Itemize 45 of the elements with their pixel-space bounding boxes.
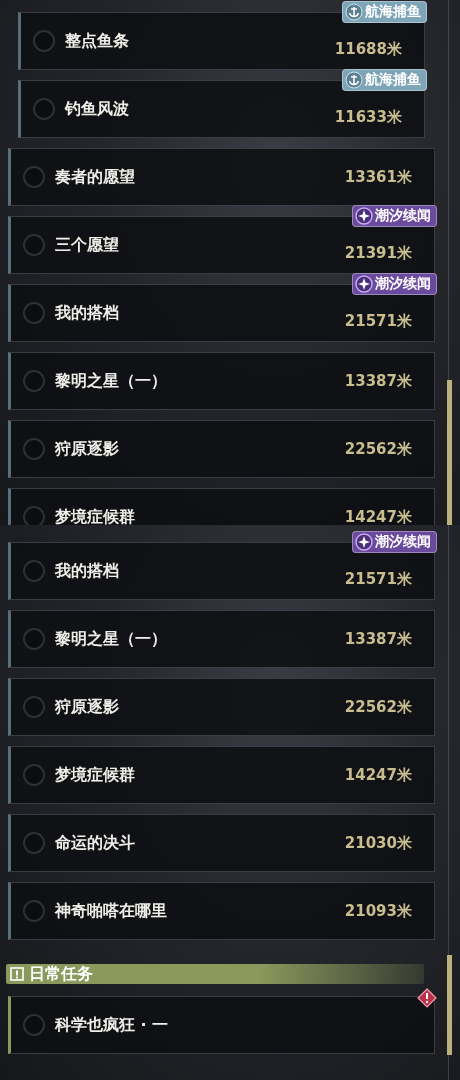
- quest-title: 神奇啪嗒在哪里: [55, 900, 168, 922]
- quest-row[interactable]: 黎明之星（一） 13387米: [8, 610, 435, 668]
- quest-tag: 潮汐续闻: [352, 273, 437, 295]
- quest-title: 我的搭档: [55, 302, 120, 324]
- quest-distance: 21030米: [344, 833, 412, 853]
- quest-tag: 潮汐续闻: [352, 531, 437, 553]
- quest-title: 整点鱼条: [65, 30, 130, 52]
- quest-title: 梦境症候群: [55, 764, 136, 786]
- quest-distance: 14247米: [344, 765, 412, 785]
- quest-title: 黎明之星（一）: [55, 370, 168, 392]
- quest-distance: 13361米: [344, 167, 412, 187]
- quest-row[interactable]: 梦境症候群 14247米: [8, 746, 435, 804]
- section-title: 日常任务: [29, 963, 93, 985]
- quest-distance: 14247米: [344, 507, 412, 525]
- quest-title: 梦境症候群: [55, 506, 136, 525]
- quest-row[interactable]: 狩原逐影 22562米: [8, 420, 435, 478]
- quest-tag: 潮汐续闻: [352, 205, 437, 227]
- quest-tag: 航海捕鱼: [342, 1, 427, 23]
- quest-title: 奏者的愿望: [55, 166, 136, 188]
- quest-row[interactable]: 科学也疯狂 · 一: [8, 996, 435, 1054]
- quest-distance: 11688米: [334, 38, 402, 59]
- quest-distance: 21093米: [344, 901, 412, 921]
- quest-title: 三个愿望: [55, 234, 120, 256]
- quest-row[interactable]: 奏者的愿望 13361米: [8, 148, 435, 206]
- quest-row[interactable]: 神奇啪嗒在哪里 21093米: [8, 882, 435, 940]
- quest-title: 我的搭档: [55, 560, 120, 582]
- quest-row[interactable]: 命运的决斗 21030米: [8, 814, 435, 872]
- quest-row[interactable]: 狩原逐影 22562米: [8, 678, 435, 736]
- quest-distance: 11633米: [334, 106, 402, 127]
- quest-distance: 21571米: [344, 310, 412, 331]
- quest-tag: 航海捕鱼: [342, 69, 427, 91]
- quest-distance: 13387米: [344, 371, 412, 391]
- quest-title: 狩原逐影: [55, 696, 120, 718]
- quest-title: 钓鱼风波: [65, 98, 130, 120]
- quest-distance: 13387米: [344, 629, 412, 649]
- quest-distance: 21391米: [344, 242, 412, 263]
- quest-title: 命运的决斗: [55, 832, 136, 854]
- quest-distance: 22562米: [344, 697, 412, 717]
- quest-row[interactable]: 黎明之星（一） 13387米: [8, 352, 435, 410]
- quest-distance: 21571米: [344, 568, 412, 589]
- quest-title: 黎明之星（一）: [55, 628, 168, 650]
- quest-row[interactable]: 梦境症候群 14247米: [8, 488, 435, 525]
- quest-distance: 22562米: [344, 439, 412, 459]
- quest-title: 狩原逐影: [55, 438, 120, 460]
- quest-title: 科学也疯狂 · 一: [55, 1014, 170, 1036]
